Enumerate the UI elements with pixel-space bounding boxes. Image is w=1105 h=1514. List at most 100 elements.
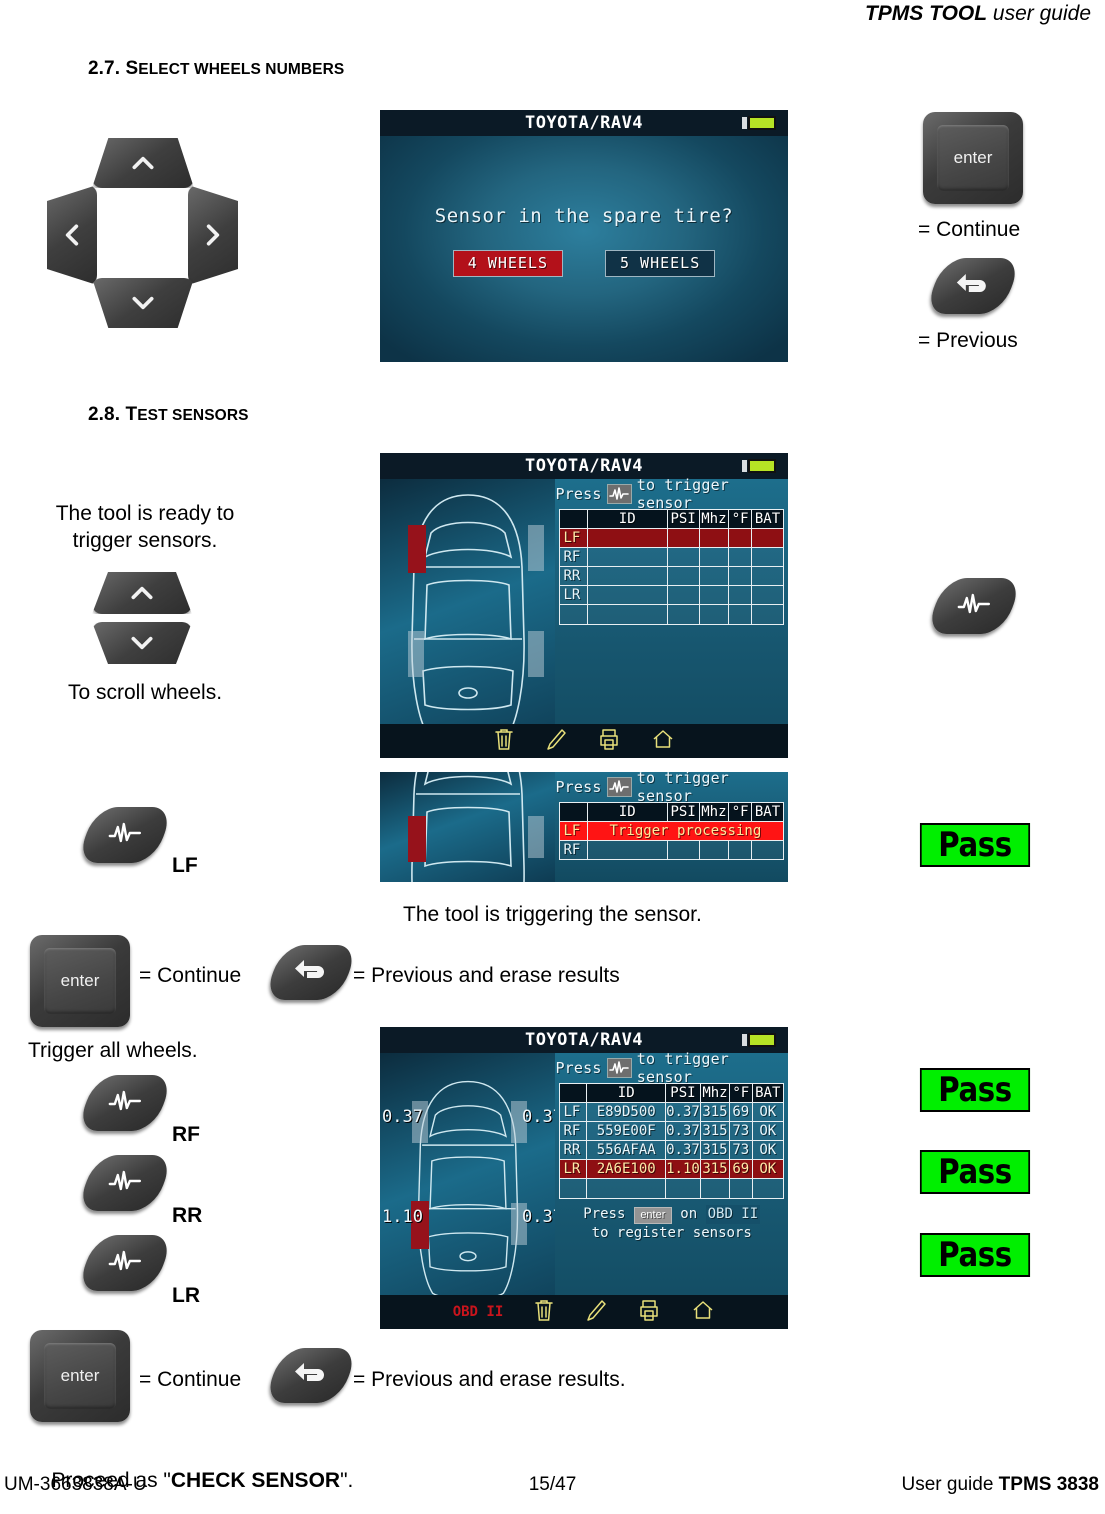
enter-equals-continue-row2: = Continue bbox=[139, 1368, 242, 1391]
cell-wheel: LF bbox=[559, 1102, 588, 1122]
wheel-lr-indicator bbox=[408, 631, 424, 677]
cell-bat bbox=[751, 566, 784, 586]
dpad-right-button[interactable] bbox=[188, 185, 238, 285]
cell-mhz: 315 bbox=[699, 1102, 731, 1122]
col-id: ID bbox=[586, 1083, 667, 1103]
trash-icon[interactable] bbox=[493, 727, 515, 755]
device-screen-results: TOYOTA/RAV4 0.37 0.3 1.10 0.3 Press to t… bbox=[380, 1027, 788, 1329]
table-row[interactable]: LF bbox=[559, 528, 784, 548]
cell-bat bbox=[751, 528, 784, 548]
home-icon[interactable] bbox=[651, 727, 675, 755]
col-wheel bbox=[559, 1083, 588, 1103]
option-4-wheels[interactable]: 4 WHEELS bbox=[452, 250, 563, 277]
table-row[interactable]: LR bbox=[559, 585, 784, 605]
enter-button-label: enter bbox=[44, 1342, 116, 1410]
register-note-line1: Press enter on OBD II bbox=[555, 1205, 788, 1224]
trigger-wave-icon bbox=[108, 1170, 142, 1197]
wheel-label-rr: RR bbox=[172, 1204, 203, 1227]
screen-title: TOYOTA/RAV4 bbox=[524, 456, 644, 476]
section-title-initial-2-8: T bbox=[125, 404, 138, 425]
col-wheel bbox=[559, 509, 588, 529]
cell-bat: OK bbox=[751, 1121, 785, 1141]
option-5-wheels[interactable]: 5 WHEELS bbox=[605, 250, 716, 277]
triggering-caption: The tool is triggering the sensor. bbox=[403, 903, 702, 926]
col-psi: PSI bbox=[666, 509, 700, 529]
device-screen-ready: TOYOTA/RAV4 Press to trigger sensor ID P… bbox=[380, 453, 788, 758]
previous-button-2-7[interactable] bbox=[923, 258, 1023, 314]
scroll-up-button[interactable] bbox=[92, 572, 192, 614]
table-row[interactable]: RF bbox=[559, 547, 784, 567]
wheel-rr-indicator bbox=[528, 631, 544, 677]
section-number-2-7: 2.7. bbox=[88, 58, 121, 79]
sensor-table-panel-results: Press to trigger sensor ID PSI Mhz °F BA… bbox=[555, 1050, 788, 1329]
cell-wheel: RR bbox=[559, 1140, 588, 1160]
trash-icon[interactable] bbox=[533, 1298, 555, 1326]
trigger-wave-icon bbox=[606, 484, 632, 504]
back-arrow-icon bbox=[294, 1358, 328, 1393]
col-f: °F bbox=[728, 509, 753, 529]
cell-f bbox=[728, 566, 753, 586]
table-row[interactable]: LR 2A6E100 1.10 315 69 OK bbox=[559, 1159, 785, 1179]
section-title-initial-2-7: S bbox=[125, 58, 139, 79]
enter-button-2-7[interactable]: enter bbox=[923, 112, 1023, 204]
trigger-button-lf[interactable] bbox=[75, 807, 175, 863]
printer-icon[interactable] bbox=[597, 727, 621, 755]
enter-button-row2[interactable]: enter bbox=[30, 1330, 130, 1422]
table-row[interactable]: RR 556AFAA 0.37 315 73 OK bbox=[559, 1140, 785, 1160]
col-id: ID bbox=[586, 802, 668, 822]
dpad-down-button[interactable] bbox=[92, 278, 194, 328]
cell-psi bbox=[666, 528, 700, 548]
table-row[interactable]: RF bbox=[559, 840, 784, 860]
pencil-icon[interactable] bbox=[545, 727, 567, 755]
screen-title: TOYOTA/RAV4 bbox=[524, 113, 644, 133]
device-screen-processing: Press to trigger sensor ID PSI Mhz °F BA… bbox=[380, 772, 788, 882]
cell-f: 73 bbox=[729, 1140, 753, 1160]
trigger-button-lr[interactable] bbox=[75, 1235, 175, 1291]
dpad-left-button[interactable] bbox=[47, 185, 97, 285]
trigger-wave-icon bbox=[606, 777, 632, 797]
screen-title-bar: TOYOTA/RAV4 bbox=[380, 110, 788, 136]
back-arrow-icon bbox=[956, 269, 990, 304]
col-f: °F bbox=[729, 1083, 753, 1103]
cell-f: 73 bbox=[729, 1121, 753, 1141]
scroll-down-button[interactable] bbox=[92, 622, 192, 664]
enter-equals-continue-row1: = Continue bbox=[139, 964, 242, 987]
enter-button-row1[interactable]: enter bbox=[30, 935, 130, 1027]
previous-button-row1[interactable] bbox=[262, 945, 360, 1000]
table-row[interactable]: LF E89D500 0.37 315 69 OK bbox=[559, 1102, 785, 1122]
printer-icon[interactable] bbox=[637, 1298, 661, 1326]
spare-tire-question: Sensor in the spare tire? bbox=[434, 205, 734, 227]
ready-caption-line1: The tool is ready to bbox=[55, 502, 235, 525]
register-note-before: Press bbox=[583, 1206, 626, 1222]
cell-bat: OK bbox=[751, 1159, 785, 1179]
table-header-row: ID PSI Mhz °F BAT bbox=[559, 802, 784, 822]
cell-mhz: 315 bbox=[699, 1159, 731, 1179]
enter-chip: enter bbox=[633, 1207, 672, 1224]
status-badge-pass-rf: Pass bbox=[919, 1068, 1031, 1112]
previous-button-row2[interactable] bbox=[262, 1348, 360, 1403]
cell-mhz: 315 bbox=[699, 1121, 731, 1141]
cell-processing-message: Trigger processing bbox=[586, 821, 785, 841]
pencil-icon[interactable] bbox=[585, 1298, 607, 1326]
running-head-bold: TPMS TOOL bbox=[864, 2, 988, 25]
table-header-row: ID PSI Mhz °F BAT bbox=[559, 509, 784, 529]
table-row[interactable]: RR bbox=[559, 566, 784, 586]
cell-mhz bbox=[698, 528, 730, 548]
obd-menu-label[interactable]: OBD II bbox=[453, 1304, 504, 1320]
trigger-wave-icon bbox=[108, 1250, 142, 1277]
cell-f bbox=[728, 528, 753, 548]
wheel-label-lf: LF bbox=[172, 854, 198, 877]
register-note-line2: to register sensors bbox=[591, 1225, 752, 1241]
register-note-mid: on bbox=[680, 1206, 698, 1222]
trigger-button-rr[interactable] bbox=[75, 1155, 175, 1211]
home-icon[interactable] bbox=[691, 1298, 715, 1326]
chevron-down-icon bbox=[132, 296, 154, 310]
col-f: °F bbox=[728, 802, 753, 822]
trigger-prompt: Press to trigger sensor bbox=[555, 1050, 788, 1086]
wheel-rf-indicator bbox=[528, 816, 544, 858]
trigger-button-right[interactable] bbox=[924, 578, 1024, 634]
dpad-up-button[interactable] bbox=[92, 138, 194, 188]
trigger-button-rf[interactable] bbox=[75, 1075, 175, 1131]
table-row[interactable]: RF 559E00F 0.37 315 73 OK bbox=[559, 1121, 785, 1141]
cell-id bbox=[586, 585, 668, 605]
